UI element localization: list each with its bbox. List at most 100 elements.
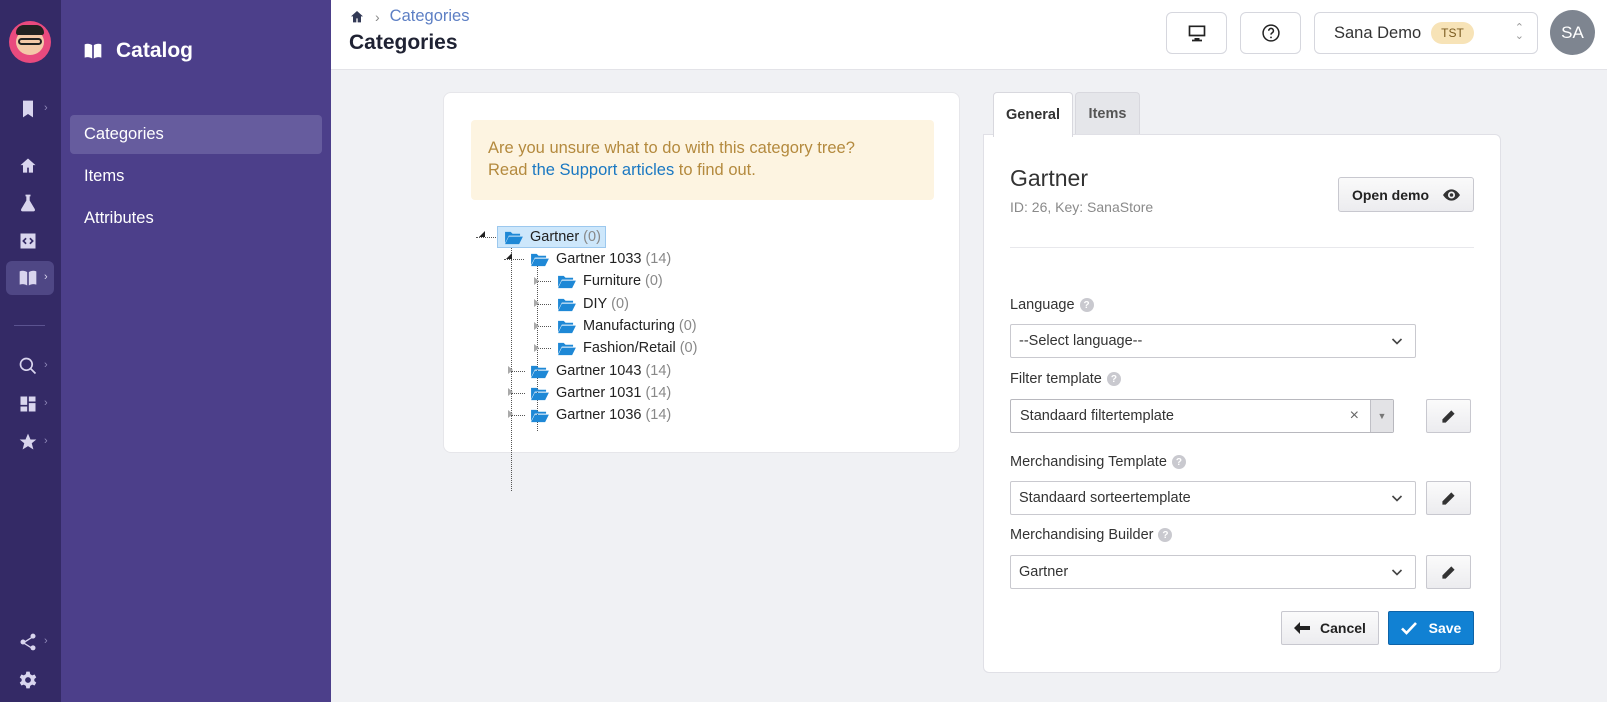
merchandising-builder-select[interactable]: Gartner <box>1010 555 1416 589</box>
tree-node-manufacturing[interactable]: Manufacturing (0) <box>557 316 697 336</box>
tree-node-label: Gartner 1043 <box>556 363 642 379</box>
catalog-sidebar: Catalog Categories Items Attributes <box>61 0 331 702</box>
help-icon[interactable]: ? <box>1106 372 1121 386</box>
rail-labs[interactable] <box>6 186 54 220</box>
section-divider <box>1010 247 1474 248</box>
edit-filter-template-button[interactable] <box>1426 399 1471 433</box>
book-icon <box>19 270 37 286</box>
tree-collapse-icon[interactable] <box>479 231 485 237</box>
help-icon[interactable]: ? <box>1158 528 1173 542</box>
rail-settings[interactable] <box>6 663 54 697</box>
tree-node-gartner-1036[interactable]: Gartner 1036 (14) <box>530 405 671 425</box>
monitor-icon <box>1188 25 1205 42</box>
category-tree-card: Are you unsure what to do with this cate… <box>443 92 960 491</box>
home-icon[interactable] <box>349 9 365 25</box>
pencil-icon <box>1442 565 1455 579</box>
filter-template-combobox[interactable]: Standaard filtertemplate × ▼ <box>1010 399 1394 433</box>
folder-open-icon <box>531 365 549 378</box>
chevron-down-icon <box>1391 569 1403 576</box>
folder-open-icon <box>531 387 549 400</box>
search-icon <box>19 357 37 375</box>
arrow-left-icon <box>1294 622 1311 634</box>
rail-search[interactable]: › <box>6 349 54 383</box>
sidebar-item-attributes[interactable]: Attributes <box>70 199 322 238</box>
dropdown-arrow-icon[interactable]: ▼ <box>1370 400 1393 432</box>
folder-open-icon <box>505 231 523 244</box>
merchandising-template-value: Standaard sorteertemplate <box>1019 490 1191 506</box>
folder-open-icon <box>558 298 576 311</box>
tree-node-count: (0) <box>611 296 629 312</box>
language-select[interactable]: --Select language-- <box>1010 324 1416 358</box>
tree-node-gartner-1043[interactable]: Gartner 1043 (14) <box>530 361 671 381</box>
tree-expand-icon[interactable] <box>534 277 539 285</box>
category-detail-panel: Gartner ID: 26, Key: SanaStore Open demo… <box>983 134 1501 673</box>
tree-node-gartner[interactable]: Gartner (0) <box>497 226 606 248</box>
rail-code[interactable] <box>6 224 54 258</box>
logo-hair <box>16 25 44 35</box>
tree-node-label: Fashion/Retail <box>583 340 676 356</box>
filter-template-label: Filter template ? <box>1010 371 1121 387</box>
user-avatar[interactable]: SA <box>1550 10 1595 55</box>
merchandising-builder-label: Merchandising Builder ? <box>1010 527 1173 543</box>
rail-bookmark[interactable]: › <box>6 92 54 126</box>
pencil-icon <box>1442 409 1455 423</box>
eye-icon <box>1443 188 1460 201</box>
folder-open-icon <box>531 409 549 422</box>
language-label: Language ? <box>1010 297 1094 313</box>
edit-merchandising-template-button[interactable] <box>1426 481 1471 515</box>
edit-merchandising-builder-button[interactable] <box>1426 555 1471 589</box>
help-button[interactable] <box>1240 12 1301 54</box>
tree-node-count: (0) <box>583 229 601 245</box>
home-icon <box>20 158 36 173</box>
tree-expand-icon[interactable] <box>508 388 513 396</box>
folder-open-icon <box>531 253 549 266</box>
save-button[interactable]: Save <box>1388 611 1474 645</box>
cancel-button[interactable]: Cancel <box>1281 611 1379 645</box>
rail-dashboard[interactable]: › <box>6 387 54 421</box>
open-demo-button[interactable]: Open demo <box>1338 177 1474 212</box>
help-icon[interactable]: ? <box>1171 455 1186 469</box>
rail-share[interactable]: › <box>6 625 54 659</box>
tree-node-diy[interactable]: DIY (0) <box>557 294 629 314</box>
tree-connector <box>537 326 551 327</box>
tree-expand-icon[interactable] <box>534 344 539 352</box>
tree-node-fashion-retail[interactable]: Fashion/Retail (0) <box>557 338 697 358</box>
clear-icon[interactable]: × <box>1350 407 1359 425</box>
tab-general[interactable]: General <box>993 92 1073 137</box>
code-icon <box>20 233 36 249</box>
app-logo-icon[interactable] <box>9 21 51 63</box>
merchandising-template-label: Merchandising Template ? <box>1010 454 1186 470</box>
open-demo-label: Open demo <box>1351 186 1429 203</box>
breadcrumb-link-categories[interactable]: Categories <box>390 7 470 26</box>
merchandising-template-select[interactable]: Standaard sorteertemplate <box>1010 481 1416 515</box>
breadcrumb-separator-icon: › <box>375 8 380 25</box>
chevron-right-icon: › <box>44 102 48 114</box>
rail-favorites[interactable]: › <box>6 425 54 459</box>
tab-items[interactable]: Items <box>1075 92 1140 135</box>
tree-node-gartner-1031[interactable]: Gartner 1031 (14) <box>530 383 671 403</box>
tree-connector <box>537 348 551 349</box>
preview-button[interactable] <box>1166 12 1227 54</box>
rail-catalog[interactable]: › <box>6 261 54 295</box>
tree-node-count: (14) <box>645 385 672 401</box>
chevron-down-icon <box>1391 495 1403 502</box>
tree-node-furniture[interactable]: Furniture (0) <box>557 271 663 291</box>
tree-node-label: DIY <box>583 296 608 312</box>
flask-icon <box>21 194 35 212</box>
tree-collapse-icon[interactable] <box>506 253 512 259</box>
cancel-label: Cancel <box>1320 620 1366 636</box>
help-icon[interactable]: ? <box>1079 298 1094 312</box>
filter-template-label-text: Filter template <box>1010 371 1102 387</box>
tree-expand-icon[interactable] <box>508 410 513 418</box>
tree-node-count: (14) <box>645 407 672 423</box>
tree-expand-icon[interactable] <box>534 299 539 307</box>
tree-node-label: Gartner 1036 <box>556 407 642 423</box>
store-selector[interactable]: Sana Demo TST ⌃ ⌄ <box>1314 12 1538 54</box>
sidebar-item-categories[interactable]: Categories <box>70 115 322 154</box>
tree-expand-icon[interactable] <box>508 366 513 374</box>
tree-node-label: Gartner <box>530 229 580 245</box>
tree-node-gartner-1033[interactable]: Gartner 1033 (14) <box>530 249 671 269</box>
tree-expand-icon[interactable] <box>534 322 539 330</box>
rail-home[interactable] <box>6 149 54 183</box>
sidebar-item-items[interactable]: Items <box>70 157 322 196</box>
